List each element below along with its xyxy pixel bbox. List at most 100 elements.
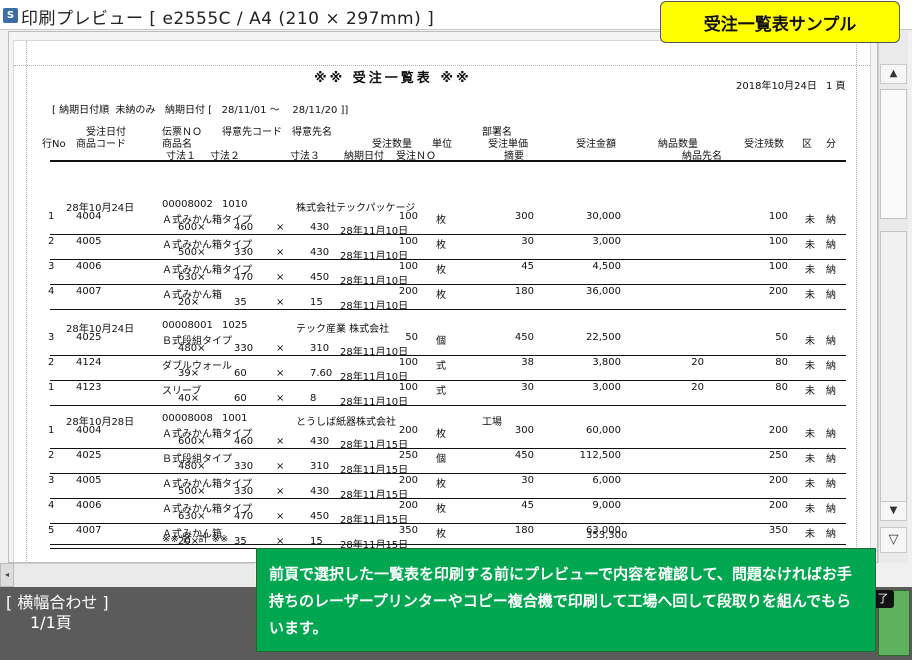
line-no: 3 (48, 475, 55, 486)
remaining-qty: 200 (768, 475, 788, 486)
scroll-down-icon[interactable]: ▼ (880, 501, 907, 521)
unit-price: 180 (514, 525, 534, 536)
print-preview-window: S 印刷プレビュー [ e2555C / A4 (210 × 297mm) ] … (0, 0, 912, 660)
dim2: 470 (234, 272, 254, 283)
item-code: 4006 (76, 261, 102, 272)
hdr-remaining: 受注残数 (744, 139, 784, 150)
delivered-qty: 20 (691, 357, 704, 368)
hdr-item-code: 商品コード (76, 139, 126, 150)
line-no: 1 (48, 425, 55, 436)
dim3: 430 (310, 436, 330, 447)
unit-price: 45 (521, 500, 534, 511)
dim-times: × (276, 436, 285, 447)
unit: 枚 (436, 265, 446, 276)
item-code: 4005 (76, 475, 102, 486)
dim3: 430 (310, 222, 330, 233)
row-rule (50, 309, 846, 310)
scroll-thumb-upper[interactable] (880, 89, 907, 219)
status-ku: 未 (805, 454, 815, 465)
page-down-icon[interactable]: ▽ (880, 527, 907, 553)
status-ku: 未 (805, 361, 815, 372)
row-rule (50, 284, 846, 285)
dim1: 500× (178, 247, 206, 258)
status-bun: 納 (826, 386, 836, 397)
dim2: 35 (234, 297, 247, 308)
vertical-scrollbar[interactable]: ▲ ▼ ▽ (878, 31, 908, 563)
unit: 枚 (436, 429, 446, 440)
status-ku: 未 (805, 265, 815, 276)
order-qty: 200 (398, 475, 418, 486)
item-code: 4124 (76, 357, 102, 368)
dim-times: × (276, 297, 285, 308)
dim-times: × (276, 486, 285, 497)
order-qty: 250 (398, 450, 418, 461)
order-qty: 100 (398, 357, 418, 368)
dim2: 35 (234, 536, 247, 547)
group-cust-name: テック産業 株式会社 (296, 324, 390, 335)
dim2: 470 (234, 511, 254, 522)
status-ku: 未 (805, 504, 815, 515)
scroll-track[interactable] (880, 231, 907, 521)
dim3: 15 (310, 536, 323, 547)
status-bun: 納 (826, 454, 836, 465)
group-cust-name: とうしば紙器株式会社 (296, 417, 396, 428)
dim3: 450 (310, 272, 330, 283)
group-cust-code: 1001 (222, 413, 248, 424)
unit: 枚 (436, 290, 446, 301)
scroll-up-icon[interactable]: ▲ (880, 64, 907, 84)
line-no: 3 (48, 261, 55, 272)
dim-times: × (276, 272, 285, 283)
hdr-cust-name: 得意先名 (292, 127, 332, 138)
dim1: 39× (178, 368, 200, 379)
report-date: 2018年10月24日 (736, 81, 817, 92)
delivered-qty: 20 (691, 382, 704, 393)
dim1: 630× (178, 272, 206, 283)
status-bun: 納 (826, 336, 836, 347)
dim2: 330 (234, 343, 254, 354)
dim2: 330 (234, 247, 254, 258)
explanation-note: 前頁で選択した一覧表を印刷する前にプレビューで内容を確認して、問題なければお手持… (256, 548, 876, 652)
unit-price: 30 (521, 236, 534, 247)
report-title: ※※ 受注一覧表 ※※ (314, 71, 472, 86)
line-no: 3 (48, 332, 55, 343)
dim1: 630× (178, 511, 206, 522)
remaining-qty: 50 (775, 332, 788, 343)
status-ku: 未 (805, 240, 815, 251)
dim-times: × (276, 511, 285, 522)
order-qty: 100 (398, 261, 418, 272)
amount: 4,500 (592, 261, 621, 272)
dim2: 60 (234, 393, 247, 404)
item-code: 4123 (76, 382, 102, 393)
item-code: 4004 (76, 425, 102, 436)
item-code: 4025 (76, 332, 102, 343)
unit-price: 300 (514, 211, 534, 222)
scroll-left-icon[interactable]: ◂ (0, 563, 14, 587)
row-rule (50, 523, 846, 524)
total-label: ※※ 合 計 ※※ (162, 534, 229, 545)
dim3: 7.60 (310, 368, 333, 379)
total-amount: 353,300 (586, 530, 628, 541)
line-no: 2 (48, 236, 55, 247)
amount: 3,800 (592, 357, 621, 368)
status-bun: 納 (826, 265, 836, 276)
dim2: 330 (234, 486, 254, 497)
line-no: 1 (48, 382, 55, 393)
remaining-qty: 80 (775, 357, 788, 368)
dim1: 480× (178, 343, 206, 354)
dim1: 600× (178, 222, 206, 233)
preview-viewport[interactable]: ※※ 受注一覧表 ※※ 2018年10月24日 1 頁 [ 納期日付順 未納のみ… (8, 31, 878, 563)
dim-times: × (276, 393, 285, 404)
unit: 枚 (436, 504, 446, 515)
status-bun: 納 (826, 504, 836, 515)
dim2: 60 (234, 368, 247, 379)
hdr-line-no: 行No (42, 139, 66, 150)
dim3: 310 (310, 343, 330, 354)
unit-price: 450 (514, 332, 534, 343)
horizontal-scrollbar[interactable] (0, 563, 255, 587)
unit: 式 (436, 361, 446, 372)
remaining-qty: 100 (768, 211, 788, 222)
status-ku: 未 (805, 336, 815, 347)
dim1: 40× (178, 393, 200, 404)
order-qty: 350 (398, 525, 418, 536)
margin-guide-left (26, 41, 27, 562)
